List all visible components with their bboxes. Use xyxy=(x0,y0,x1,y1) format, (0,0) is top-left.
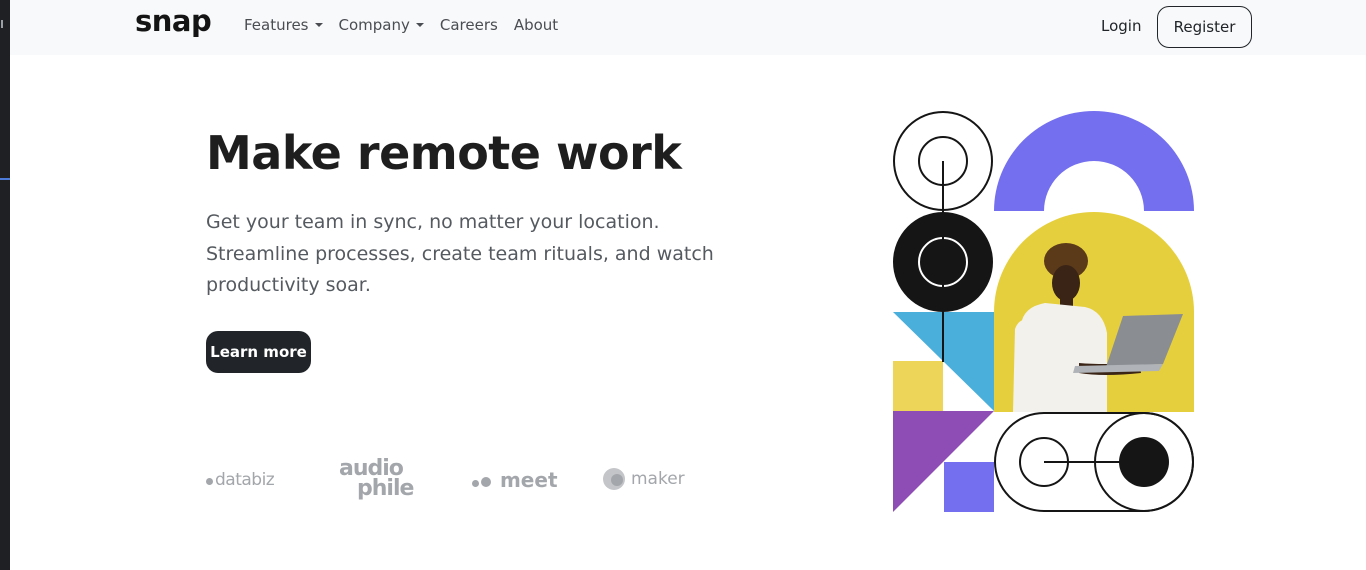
nav-links: Features Company Careers About xyxy=(244,16,558,34)
caret-down-icon xyxy=(415,23,424,27)
edge-marker xyxy=(1,20,5,28)
client-logo-text: phile xyxy=(357,476,414,501)
nav-item-features[interactable]: Features xyxy=(244,16,323,34)
purple-arch-shape xyxy=(994,111,1194,211)
learn-more-button[interactable]: Learn more xyxy=(206,331,311,373)
nav-item-label: About xyxy=(513,16,559,34)
capsule-black-dot-shape xyxy=(1119,437,1169,487)
nav-item-label: Features xyxy=(244,16,309,34)
client-logo-text: maker xyxy=(631,469,685,489)
nav-item-label: Careers xyxy=(439,16,498,34)
client-logo-audiophile: audio phile xyxy=(339,458,414,501)
purple-square-shape xyxy=(944,462,994,512)
navbar: snap Features Company Careers About Logi… xyxy=(10,0,1366,55)
client-logo-databiz: databiz xyxy=(206,470,275,490)
nav-item-label: Company xyxy=(338,16,410,34)
caret-down-icon xyxy=(314,23,323,27)
hero-title: Make remote work xyxy=(206,126,682,180)
editor-edge-strip xyxy=(0,0,10,570)
edge-highlight-line xyxy=(0,178,10,180)
nav-item-about[interactable]: About xyxy=(514,16,558,34)
client-logo-text: databiz xyxy=(215,470,275,490)
nav-item-careers[interactable]: Careers xyxy=(440,16,498,34)
meet-dot-icon xyxy=(472,480,479,487)
brand-logo[interactable]: snap xyxy=(135,4,212,38)
hero-illustration xyxy=(893,111,1194,512)
maker-mark-icon xyxy=(603,468,625,490)
login-link[interactable]: Login xyxy=(1101,17,1141,35)
meet-dot-icon xyxy=(481,477,491,487)
nav-item-company[interactable]: Company xyxy=(339,16,424,34)
client-logo-maker: maker xyxy=(603,468,685,490)
client-logo-meet: meet xyxy=(472,468,558,492)
databiz-dot-icon xyxy=(206,478,213,485)
client-logo-text: meet xyxy=(499,468,558,492)
yellow-square-shape xyxy=(893,361,943,411)
register-button[interactable]: Register xyxy=(1157,6,1252,48)
hero-description: Get your team in sync, no matter your lo… xyxy=(206,211,714,296)
